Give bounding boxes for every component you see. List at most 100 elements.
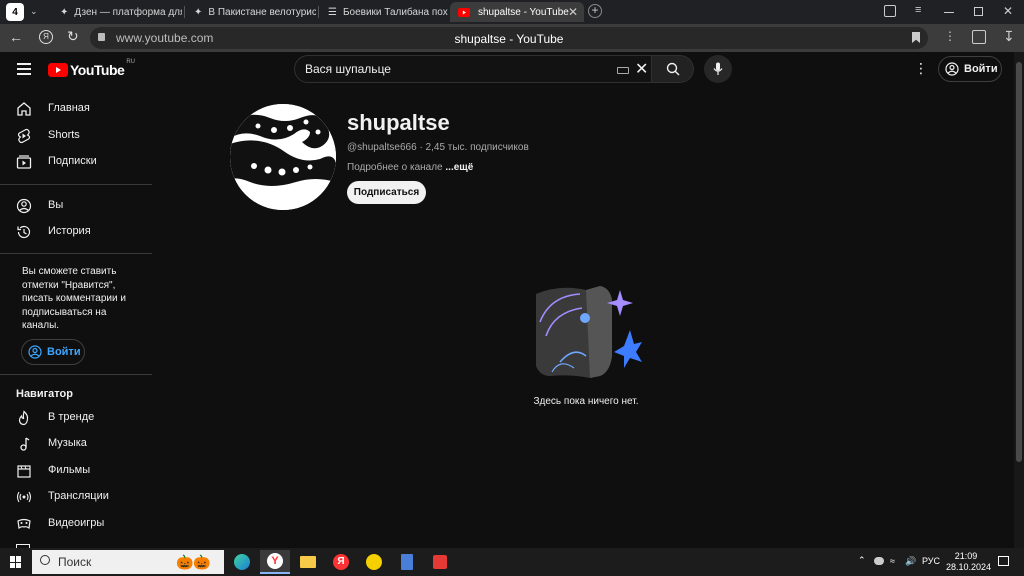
windows-start-icon[interactable] [10,556,22,568]
menu-icon[interactable]: ≡ [915,4,921,16]
voice-search-button[interactable] [704,55,732,83]
channel-about-link[interactable]: Подробнее о канале ...ещё [347,162,473,173]
channel-meta: @shupaltse666 · 2,45 тыс. подписчиков [347,142,529,153]
sidebar-item-label: Подписки [48,155,97,167]
search-box: ✕ [294,55,652,83]
translate-icon[interactable] [972,30,986,44]
minimize-icon[interactable] [944,12,954,13]
microphone-icon [713,62,723,75]
sidebar-divider [0,184,152,185]
address-bar[interactable]: www.youtube.com shupaltse - YouTube [90,27,928,49]
collections-icon[interactable] [884,5,896,17]
taskbar-search[interactable]: Поиск 🎃🎃 [32,550,224,574]
sidebar-item-you[interactable]: Вы [0,193,152,219]
signin-button[interactable]: Войти [938,56,1002,82]
tab-youtube-active[interactable]: shupaltse - YouTube ✕ [450,2,584,22]
subscriptions-icon [16,155,32,169]
window-close-icon[interactable]: ✕ [1003,4,1013,18]
sidebar-divider [0,374,152,375]
taskbar-app-icon[interactable] [359,550,389,574]
keyboard-icon[interactable] [617,67,629,74]
yandex-account-icon[interactable]: Я [39,30,53,44]
tab-taliban[interactable]: ☰ Боевики Талибана похити [320,2,448,22]
settings-more-icon[interactable]: ⋮ [914,60,928,77]
region-label: RU [126,59,135,65]
tray-volume-icon[interactable]: 🔊 [905,556,916,567]
sidebar-item-home[interactable]: Главная [0,96,152,122]
sidebar-item-label: Shorts [48,129,80,141]
search-icon [666,62,679,76]
search-button[interactable] [652,55,694,83]
youtube-header: YouTube RU ✕ ⋮ Войти [0,52,1014,88]
empty-channel-icon [536,286,642,378]
tab-dzen[interactable]: ✦ Дзен — платформа для п [52,2,182,22]
clear-search-icon[interactable]: ✕ [635,59,648,79]
sidebar-divider [0,253,152,254]
subscriber-count: 2,45 тыс. подписчиков [425,142,529,153]
pumpkins-icon: 🎃🎃 [176,554,211,570]
tray-weather-icon[interactable] [874,557,884,565]
more-options-icon[interactable]: ⋮ [944,29,956,43]
close-tab-icon[interactable]: ✕ [568,5,578,19]
restore-icon[interactable] [974,7,983,16]
account-icon [28,345,42,359]
about-label: Подробнее о канале [347,162,443,173]
clock-date: 28.10.2024 [946,562,992,572]
empty-state-text: Здесь пока ничего нет. [533,396,639,407]
home-icon [17,102,31,116]
tray-language[interactable]: РУС [922,556,940,566]
tab-count-badge[interactable]: 4 [6,3,24,21]
sidebar-item-trending[interactable]: В тренде [0,405,152,431]
tentacle-avatar-image [230,104,336,210]
signin-label: Войти [964,63,998,75]
sidebar-item-gaming[interactable]: Видеоигры [0,511,152,537]
sidebar-signin-button[interactable]: Войти [21,339,85,365]
reload-icon[interactable]: ↻ [67,28,79,45]
taskbar-calculator-icon[interactable] [392,550,422,574]
sidebar: Главная Shorts Подписки Вы История Вы см… [0,88,152,548]
hamburger-menu-icon[interactable] [17,63,31,75]
taskbar-edge-icon[interactable] [227,550,257,574]
channel-avatar[interactable] [230,104,336,210]
download-icon[interactable]: ↧ [1003,28,1015,45]
youtube-logo-icon [48,63,68,77]
sidebar-item-label: Музыка [48,437,87,449]
tray-network-icon[interactable]: ≈ [890,556,895,566]
more-label[interactable]: ...ещё [445,162,473,173]
scrollbar-thumb[interactable] [1016,62,1022,462]
new-tab-button[interactable]: + [588,4,602,18]
taskbar-search-label: Поиск [58,555,92,569]
search-input[interactable] [305,62,595,76]
windows-taskbar: Поиск 🎃🎃 Y Я ⌃ ≈ 🔊 РУС 21:09 28.10.2024 [0,548,1024,576]
taskbar-yandex-icon[interactable]: Я [326,550,356,574]
sidebar-item-music[interactable]: Музыка [0,431,152,457]
sidebar-item-live[interactable]: Трансляции [0,484,152,510]
youtube-logo[interactable]: YouTube RU [48,59,135,78]
sidebar-item-subscriptions[interactable]: Подписки [0,149,152,175]
taskbar-yandex-browser-icon[interactable]: Y [260,550,290,574]
browser-tab-strip: 4 ⌄ ✦ Дзен — платформа для п ✦ В Пакиста… [0,0,1024,24]
sidebar-item-movies[interactable]: Фильмы [0,458,152,484]
taskbar-explorer-icon[interactable] [293,550,323,574]
you-icon [16,198,32,214]
sidebar-item-shorts[interactable]: Shorts [0,123,152,149]
tab-pakistan[interactable]: ✦ В Пакистане велотуриста [186,2,316,22]
sidebar-item-label: Видеоигры [48,517,105,529]
sidebar-item-label: Вы [48,199,64,211]
trending-icon [18,410,29,426]
sidebar-item-history[interactable]: История [0,219,152,245]
youtube-logo-text: YouTube [70,62,125,78]
sidebar-item-label: История [48,225,91,237]
gaming-icon [17,518,31,530]
tabs-dropdown-icon[interactable]: ⌄ [30,6,38,17]
tray-clock[interactable]: 21:09 28.10.2024 [946,551,992,573]
tray-chevron-icon[interactable]: ⌃ [858,555,866,566]
subscribe-button[interactable]: Подписаться [347,181,426,204]
page-scrollbar[interactable] [1014,52,1024,548]
history-icon [17,225,31,239]
notifications-icon[interactable] [998,556,1009,566]
navigator-title: Навигатор [16,388,73,400]
taskbar-red-app-icon[interactable] [425,550,455,574]
back-icon[interactable]: ← [9,29,23,45]
shorts-icon [17,128,31,144]
